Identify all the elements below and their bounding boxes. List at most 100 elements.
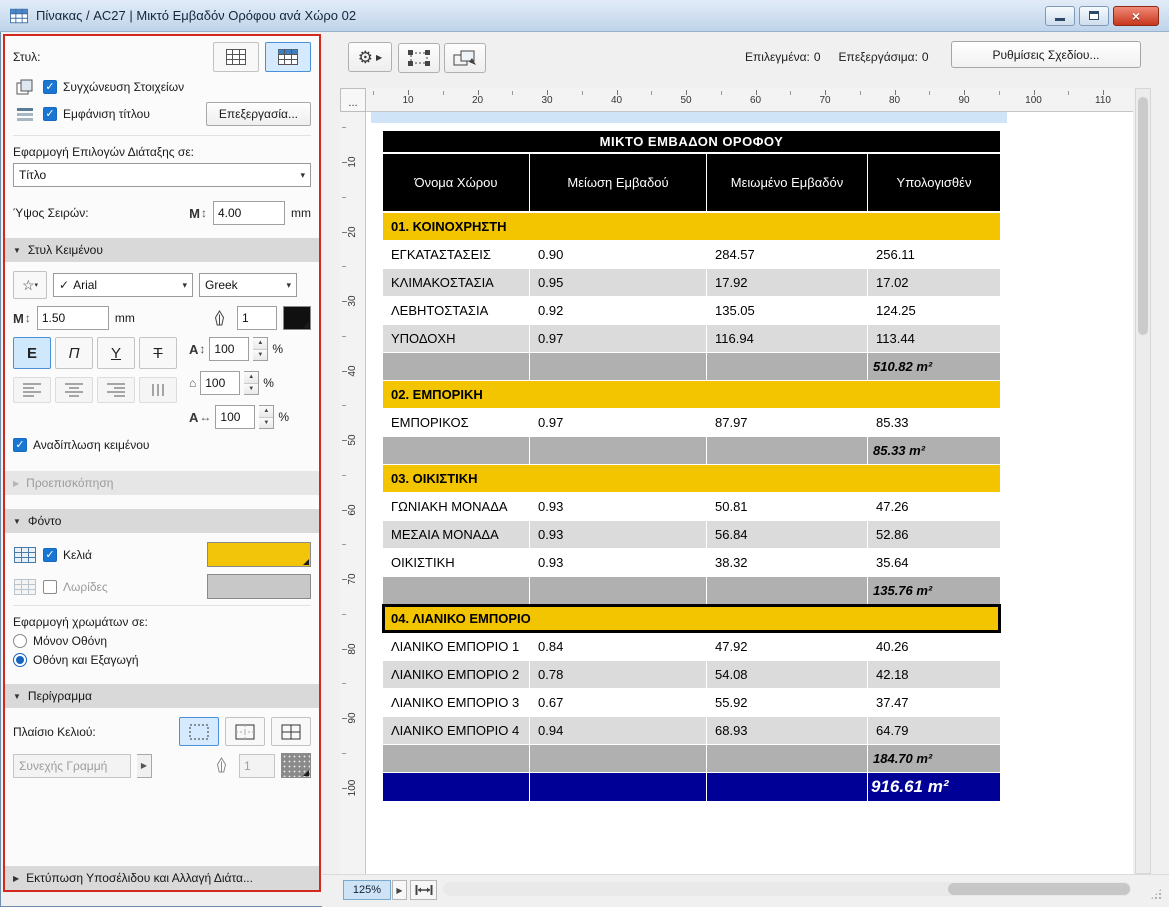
width-factor-stepper[interactable]: ▲▼ xyxy=(244,371,259,395)
show-title-checkbox[interactable] xyxy=(43,107,57,121)
text-pen-color-swatch[interactable] xyxy=(283,306,311,330)
ruler-minor-tick xyxy=(443,91,444,95)
schedule-group-row[interactable]: 01. ΚΟΙΝΟΧΡΗΣΤΗ xyxy=(383,213,1000,240)
schedule-data-row[interactable]: ΚΛΙΜΑΚΟΣΤΑΣΙΑ0.9517.9217.02 xyxy=(383,269,1000,296)
border-pen-color-swatch[interactable] xyxy=(281,753,311,778)
schedule-body: 01. ΚΟΙΝΟΧΡΗΣΤΗΕΓΚΑΤΑΣΤΑΣΕΙΣ0.90284.5725… xyxy=(383,213,1000,801)
screen-and-export-radio[interactable] xyxy=(13,653,27,667)
grid-icon xyxy=(226,49,246,65)
text-pen-input[interactable] xyxy=(237,306,277,330)
schedule-data-row[interactable]: ΛΙΑΝΙΚΟ ΕΜΠΟΡΙΟ 30.6755.9237.47 xyxy=(383,689,1000,716)
text-style-header-label: Στυλ Κειμένου xyxy=(28,243,103,257)
schedule-cell: 35.64 xyxy=(868,549,1000,576)
schedule-data-row[interactable]: ΓΩΝΙΑΚΗ ΜΟΝΑΔΑ0.9350.8147.26 xyxy=(383,493,1000,520)
ruler-origin-button[interactable]: ... xyxy=(340,88,366,112)
drawing-settings-button[interactable]: Ρυθμίσεις Σχεδίου... xyxy=(951,41,1141,68)
align-left-button[interactable] xyxy=(13,377,51,403)
row-height-input[interactable] xyxy=(213,201,285,225)
zoom-menu-button[interactable]: ▶ xyxy=(392,880,407,900)
underline-button[interactable]: Y xyxy=(97,337,135,369)
schedule-data-row[interactable]: ΕΜΠΟΡΙΚΟΣ0.9787.9785.33 xyxy=(383,409,1000,436)
vertical-scrollbar-thumb[interactable] xyxy=(1138,97,1148,335)
ruler-minor-tick xyxy=(342,336,346,337)
align-justify-icon xyxy=(147,382,169,398)
view-options-button[interactable]: ⚙ ▶ xyxy=(348,42,392,72)
text-wrap-checkbox[interactable] xyxy=(13,438,27,452)
schedule-group-name: 04. ΛΙΑΝΙΚΟ ΕΜΠΟΡΙΟ xyxy=(383,605,1000,632)
strikethrough-button[interactable]: T xyxy=(139,337,177,369)
titlebar[interactable]: Πίνακας / AC27 | Μικτό Εμβαδόν Ορόφου αν… xyxy=(0,0,1169,32)
stripes-label: Λωρίδες xyxy=(63,580,108,594)
schedule-cell: 55.92 xyxy=(707,689,868,716)
footer-section-header[interactable]: ▶ Εκτύπωση Υποσέλιδου και Αλλαγή Διάτα..… xyxy=(5,866,319,890)
drawing-canvas[interactable]: ΜΙΚΤΟ ΕΜΒΑΔΟΝ ΟΡΟΦΟΥ Όνομα ΧώρουΜείωση Ε… xyxy=(366,112,1133,874)
schedule-table[interactable]: ΜΙΚΤΟ ΕΜΒΑΔΟΝ ΟΡΟΦΟΥ Όνομα ΧώρουΜείωση Ε… xyxy=(383,131,1000,802)
style-plain-grid-button[interactable] xyxy=(213,42,259,72)
italic-button[interactable]: Π xyxy=(55,337,93,369)
align-center-button[interactable] xyxy=(55,377,93,403)
schedule-data-row[interactable]: ΕΓΚΑΤΑΣΤΑΣΕΙΣ0.90284.57256.11 xyxy=(383,241,1000,268)
width-factor-input[interactable] xyxy=(200,371,240,395)
horizontal-scrollbar[interactable] xyxy=(443,882,1131,896)
close-icon: × xyxy=(1132,9,1140,23)
schedule-data-row[interactable]: ΛΙΑΝΙΚΟ ΕΜΠΟΡΙΟ 10.8447.9240.26 xyxy=(383,633,1000,660)
apply-colors-label: Εφαρμογή χρωμάτων σε: xyxy=(13,615,148,629)
merge-elements-checkbox[interactable] xyxy=(43,80,57,94)
apply-layout-select[interactable]: Τίτλο ▾ xyxy=(13,163,311,187)
chevron-down-icon: ▾ xyxy=(286,280,291,291)
selected-label: Επιλεγμένα: xyxy=(745,50,810,64)
cells-checkbox[interactable] xyxy=(43,548,57,562)
stripes-checkbox[interactable] xyxy=(43,580,57,594)
collapsed-triangle-icon: ▶ xyxy=(13,874,19,883)
font-select[interactable]: ✓ Arial ▾ xyxy=(53,273,193,297)
border-section-header[interactable]: ▼ Περίγραμμα xyxy=(5,684,319,708)
schedule-data-row[interactable]: ΛΙΑΝΙΚΟ ΕΜΠΟΡΙΟ 40.9468.9364.79 xyxy=(383,717,1000,744)
horizontal-scrollbar-thumb[interactable] xyxy=(948,883,1130,895)
letter-scale-stepper[interactable]: ▲▼ xyxy=(253,337,268,361)
frame-all-button[interactable] xyxy=(271,717,311,746)
screen-only-radio[interactable] xyxy=(13,634,27,648)
minimize-icon xyxy=(1055,18,1065,21)
schedule-group-row[interactable]: 02. ΕΜΠΟΡΙΚΗ xyxy=(383,381,1000,408)
script-select[interactable]: Greek ▾ xyxy=(199,273,297,297)
schedule-group-row[interactable]: 04. ΛΙΑΝΙΚΟ ΕΜΠΟΡΙΟ xyxy=(383,605,1000,632)
schedule-data-row[interactable]: ΟΙΚΙΣΤΙΚΗ0.9338.3235.64 xyxy=(383,549,1000,576)
schedule-data-row[interactable]: ΜΕΣΑΙΑ ΜΟΝΑΔΑ0.9356.8452.86 xyxy=(383,521,1000,548)
letter-spacing-stepper[interactable]: ▲▼ xyxy=(259,405,274,429)
schedule-data-row[interactable]: ΥΠΟΔΟΧΗ0.97116.94113.44 xyxy=(383,325,1000,352)
text-size-unit: mm xyxy=(115,311,135,325)
schedule-subtotal-cell xyxy=(383,745,530,772)
schedule-data-row[interactable]: ΛΕΒΗΤΟΣΤΑΣΙΑ0.92135.05124.25 xyxy=(383,297,1000,324)
edit-title-button[interactable]: Επεξεργασία... xyxy=(206,102,311,126)
zoom-level[interactable]: 125% xyxy=(343,880,391,900)
favorite-style-button[interactable]: ☆ ▾ xyxy=(13,271,47,299)
panel-divider xyxy=(13,605,311,606)
minimize-button[interactable] xyxy=(1045,6,1075,26)
transform-tool-button[interactable] xyxy=(444,43,486,73)
fit-width-button[interactable] xyxy=(410,880,437,900)
cells-color-swatch[interactable] xyxy=(207,542,311,567)
letter-scale-input[interactable] xyxy=(209,337,249,361)
text-style-section-header[interactable]: ▼ Στυλ Κειμένου xyxy=(5,238,319,262)
style-header-grid-button[interactable] xyxy=(265,42,311,72)
ruler-minor-tick xyxy=(342,544,346,545)
stretch-tool-button[interactable] xyxy=(398,43,440,73)
frame-dotted-button[interactable] xyxy=(179,717,219,746)
text-size-input[interactable] xyxy=(37,306,109,330)
bold-button[interactable]: E xyxy=(13,337,51,369)
letter-spacing-input[interactable] xyxy=(215,405,255,429)
schedule-data-row[interactable]: ΛΙΑΝΙΚΟ ΕΜΠΟΡΙΟ 20.7854.0842.18 xyxy=(383,661,1000,688)
preview-section-header: ▶ Προεπισκόπηση xyxy=(5,471,319,495)
schedule-group-row[interactable]: 03. ΟΙΚΙΣΤΙΚΗ xyxy=(383,465,1000,492)
restore-button[interactable] xyxy=(1079,6,1109,26)
schedule-total-row: 916.61 m² xyxy=(383,773,1000,801)
vertical-scrollbar[interactable] xyxy=(1135,88,1151,874)
schedule-column-header: Υπολογισθέν xyxy=(868,154,1000,211)
align-right-button[interactable] xyxy=(97,377,135,403)
frame-outline-button[interactable] xyxy=(225,717,265,746)
background-section-header[interactable]: ▼ Φόντο xyxy=(5,509,319,533)
stretch-tool-icon xyxy=(406,49,432,67)
bold-glyph: E xyxy=(27,345,37,362)
align-justify-button[interactable] xyxy=(139,377,177,403)
close-button[interactable]: × xyxy=(1113,6,1159,26)
